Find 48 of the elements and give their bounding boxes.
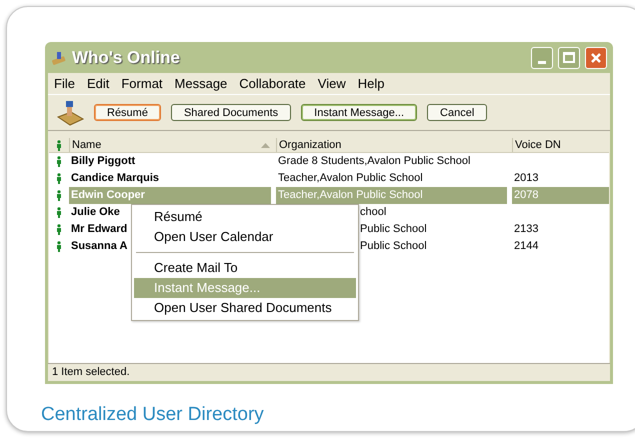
menu-item[interactable]: Collaborate	[239, 74, 306, 94]
person-icon	[56, 224, 62, 235]
organization-cell-text: Public School	[359, 239, 428, 254]
name-cell[interactable]: Billy Piggott	[69, 153, 271, 170]
maximize-button[interactable]	[558, 46, 580, 68]
toolbar-button[interactable]: Shared Documents	[170, 104, 292, 121]
voice-dn-cell: 2078	[512, 187, 609, 204]
minimize-button[interactable]	[531, 46, 553, 68]
organization-cell-text: chool	[359, 205, 388, 220]
person-icon	[56, 173, 62, 184]
person-icon	[56, 207, 62, 218]
column-title: Name	[72, 138, 102, 153]
toolbar-button[interactable]: Résumé	[94, 104, 161, 121]
person-icon	[56, 140, 62, 150]
toolbar-button[interactable]: Instant Message...	[301, 104, 418, 121]
person-icon	[56, 241, 62, 252]
book-person-icon	[56, 98, 84, 126]
column-header[interactable]: Voice DN	[512, 138, 609, 152]
caption: Centralized User Directory	[41, 403, 265, 427]
menu-item[interactable]: Edit	[86, 74, 110, 94]
name-cell[interactable]: Candice Marquis	[69, 170, 271, 187]
menu-item[interactable]: Help	[358, 74, 384, 94]
context-menu-item[interactable]: Résumé	[134, 207, 356, 227]
menu-item[interactable]: View	[318, 74, 346, 94]
context-menu-item[interactable]: Open User Shared Documents	[134, 298, 356, 318]
organization-cell-text: Public School	[359, 222, 428, 237]
app-icon	[51, 50, 67, 66]
person-icon	[56, 190, 62, 201]
window-title: Who's Online	[72, 46, 180, 69]
voice-dn-cell-text: 2013	[513, 171, 540, 186]
voice-dn-cell-text: 2144	[513, 239, 540, 254]
voice-dn-cell-text: 2133	[513, 222, 540, 237]
organization-cell: Teacher,Avalon Public School	[276, 187, 507, 204]
menu-item[interactable]: File	[54, 74, 75, 94]
organization-cell-text: Grade 8 Students,Avalon Public School	[277, 154, 472, 169]
status-text: 1 Item selected.	[52, 365, 130, 380]
menu-item[interactable]: Format	[121, 74, 163, 94]
context-menu-item[interactable]: Open User Calendar	[134, 227, 356, 247]
toolbar-button[interactable]: Cancel	[427, 104, 488, 121]
sort-arrow-icon	[261, 142, 270, 148]
organization-cell-text: Teacher,Avalon Public School	[277, 171, 424, 186]
close-button[interactable]	[585, 46, 607, 68]
context-menu-item[interactable]: Create Mail To	[134, 258, 356, 278]
close-icon	[590, 52, 602, 64]
person-icon	[56, 156, 62, 167]
menu-item[interactable]: Message	[174, 74, 228, 94]
column-header[interactable]: Organization	[276, 138, 512, 152]
column-header[interactable]: Name	[69, 138, 276, 152]
